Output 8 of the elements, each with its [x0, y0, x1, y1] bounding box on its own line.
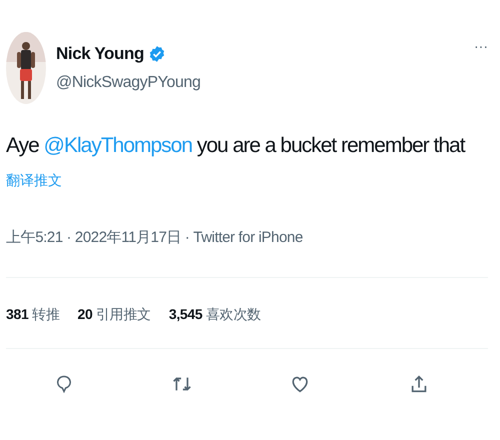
- more-button[interactable]: ···: [474, 38, 488, 54]
- user-handle[interactable]: @NickSwagyPYoung: [56, 74, 464, 92]
- tweet-timestamp: 上午5:21 · 2022年11月17日 · Twitter for iPhone: [6, 228, 304, 247]
- tweet-text: Aye @KlayThompson you are a bucket remember that: [6, 134, 465, 158]
- user-name[interactable]: Nick Young: [56, 44, 144, 64]
- stat-link[interactable]: 381 转推: [6, 306, 60, 328]
- stat-link[interactable]: 20 引用推文: [77, 306, 151, 328]
- stat-link[interactable]: 3,545 喜欢次数: [168, 306, 261, 328]
